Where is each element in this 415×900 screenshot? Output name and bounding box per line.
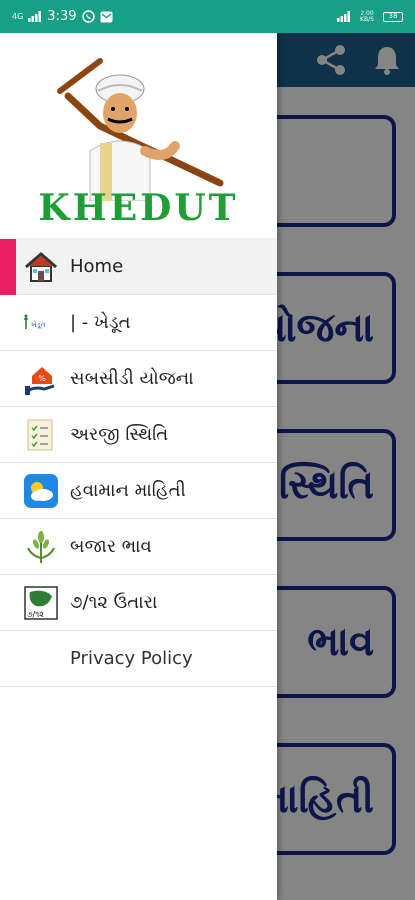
mail-icon bbox=[100, 11, 112, 22]
crop-icon bbox=[23, 530, 59, 564]
menu-item-land-record[interactable]: ૭/૧૨ ૭/૧૨ ઉતારા bbox=[0, 575, 277, 631]
drawer-menu: Home ખેડૂત | - ખેડૂત % સબસીડી યોજના અરજી… bbox=[0, 239, 277, 687]
land-record-icon-text: ૭/૧૨ bbox=[27, 610, 44, 619]
clock: 3:39 bbox=[47, 9, 77, 24]
menu-item-weather-info[interactable]: હવામાન માહિતી bbox=[0, 463, 277, 519]
application-status-icon bbox=[23, 418, 59, 452]
menu-item-label: અરજી સ્થિતિ bbox=[70, 424, 169, 445]
land-record-icon: ૭/૧૨ bbox=[23, 586, 59, 620]
data-rate: 2.00 KB/S bbox=[360, 9, 374, 23]
ikhedut-logo-text: ખેડૂત bbox=[31, 320, 46, 329]
menu-item-label: હવામાન માહિતી bbox=[70, 480, 186, 501]
menu-item-ikhedut[interactable]: ખેડૂત | - ખેડૂત bbox=[0, 295, 277, 351]
brand-title: KHEDUT bbox=[38, 187, 239, 229]
menu-item-home[interactable]: Home bbox=[0, 239, 277, 295]
svg-text:%: % bbox=[38, 374, 46, 383]
navigation-drawer: KHEDUT Home ખેડૂત | - ખેડૂત % સબસીડી યોજ… bbox=[0, 33, 277, 900]
menu-item-market-price[interactable]: બજાર ભાવ bbox=[0, 519, 277, 575]
menu-item-subsidy-scheme[interactable]: % સબસીડી યોજના bbox=[0, 351, 277, 407]
menu-item-label: Home bbox=[70, 256, 124, 277]
wifi-signal-icon bbox=[337, 11, 350, 22]
weather-icon bbox=[23, 474, 59, 508]
menu-item-label: બજાર ભાવ bbox=[70, 536, 152, 557]
menu-item-label: Privacy Policy bbox=[70, 648, 193, 669]
ikhedut-logo-icon: ખેડૂત bbox=[23, 306, 59, 340]
status-bar: 4G 3:39 2.00 KB/S 38 bbox=[0, 0, 415, 33]
signal-icon bbox=[28, 11, 42, 22]
network-icon: 4G bbox=[12, 11, 24, 21]
network-type: 4G bbox=[12, 11, 24, 21]
menu-item-label: સબસીડી યોજના bbox=[70, 368, 194, 389]
battery-level: 38 bbox=[388, 11, 398, 20]
battery-icon: 38 bbox=[383, 11, 403, 22]
subsidy-icon: % bbox=[23, 362, 59, 396]
menu-item-application-status[interactable]: અરજી સ્થિતિ bbox=[0, 407, 277, 463]
menu-item-privacy-policy[interactable]: Privacy Policy bbox=[0, 631, 277, 687]
home-icon bbox=[23, 250, 59, 284]
farmer-illustration bbox=[57, 58, 224, 201]
whatsapp-icon bbox=[81, 10, 95, 23]
drawer-header: KHEDUT bbox=[0, 33, 277, 239]
menu-item-label: | - ખેડૂત bbox=[70, 312, 131, 333]
menu-item-label: ૭/૧૨ ઉતારા bbox=[70, 592, 158, 613]
